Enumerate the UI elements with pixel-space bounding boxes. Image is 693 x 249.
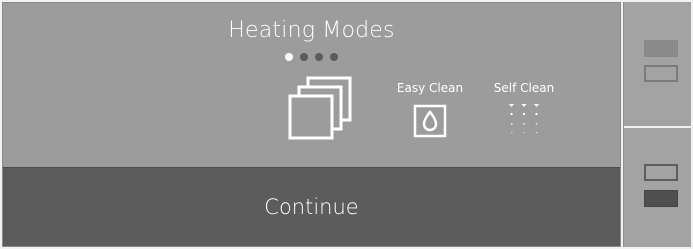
self-clean-dots-icon: [509, 104, 539, 134]
page-indicator: [3, 53, 620, 61]
lower-outline-rect-icon: [644, 65, 678, 82]
side-bottom-button[interactable]: [624, 128, 691, 249]
stacked-pans-icon: [288, 76, 352, 140]
upper-outline-rect-icon: [644, 164, 678, 181]
lower-selected-rect-icon: [644, 190, 678, 207]
easy-clean-mode-button[interactable]: Easy Clean: [391, 81, 469, 139]
page-dot-3[interactable]: [315, 53, 323, 61]
water-drop-icon: [413, 104, 447, 138]
easy-clean-label: Easy Clean: [396, 81, 464, 95]
page-dot-2[interactable]: [300, 53, 308, 61]
upper-selected-rect-icon: [644, 40, 678, 57]
side-panel: [623, 2, 691, 247]
self-clean-label: Self Clean: [493, 81, 555, 95]
heating-modes-panel: Heating Modes Easy Clean Self Clean: [3, 3, 620, 167]
side-top-button[interactable]: [624, 2, 691, 123]
main-panel: Heating Modes Easy Clean Self Clean Cont…: [2, 2, 621, 247]
stacked-pans-mode-button[interactable]: [288, 75, 354, 143]
page-title: Heating Modes: [228, 18, 395, 43]
app-window: Heating Modes Easy Clean Self Clean Cont…: [0, 0, 693, 249]
continue-label: Continue: [264, 195, 359, 219]
self-clean-mode-button[interactable]: Self Clean: [487, 81, 561, 136]
page-dot-1[interactable]: [285, 53, 293, 61]
continue-button[interactable]: Continue: [3, 167, 620, 246]
page-dot-4[interactable]: [330, 53, 338, 61]
